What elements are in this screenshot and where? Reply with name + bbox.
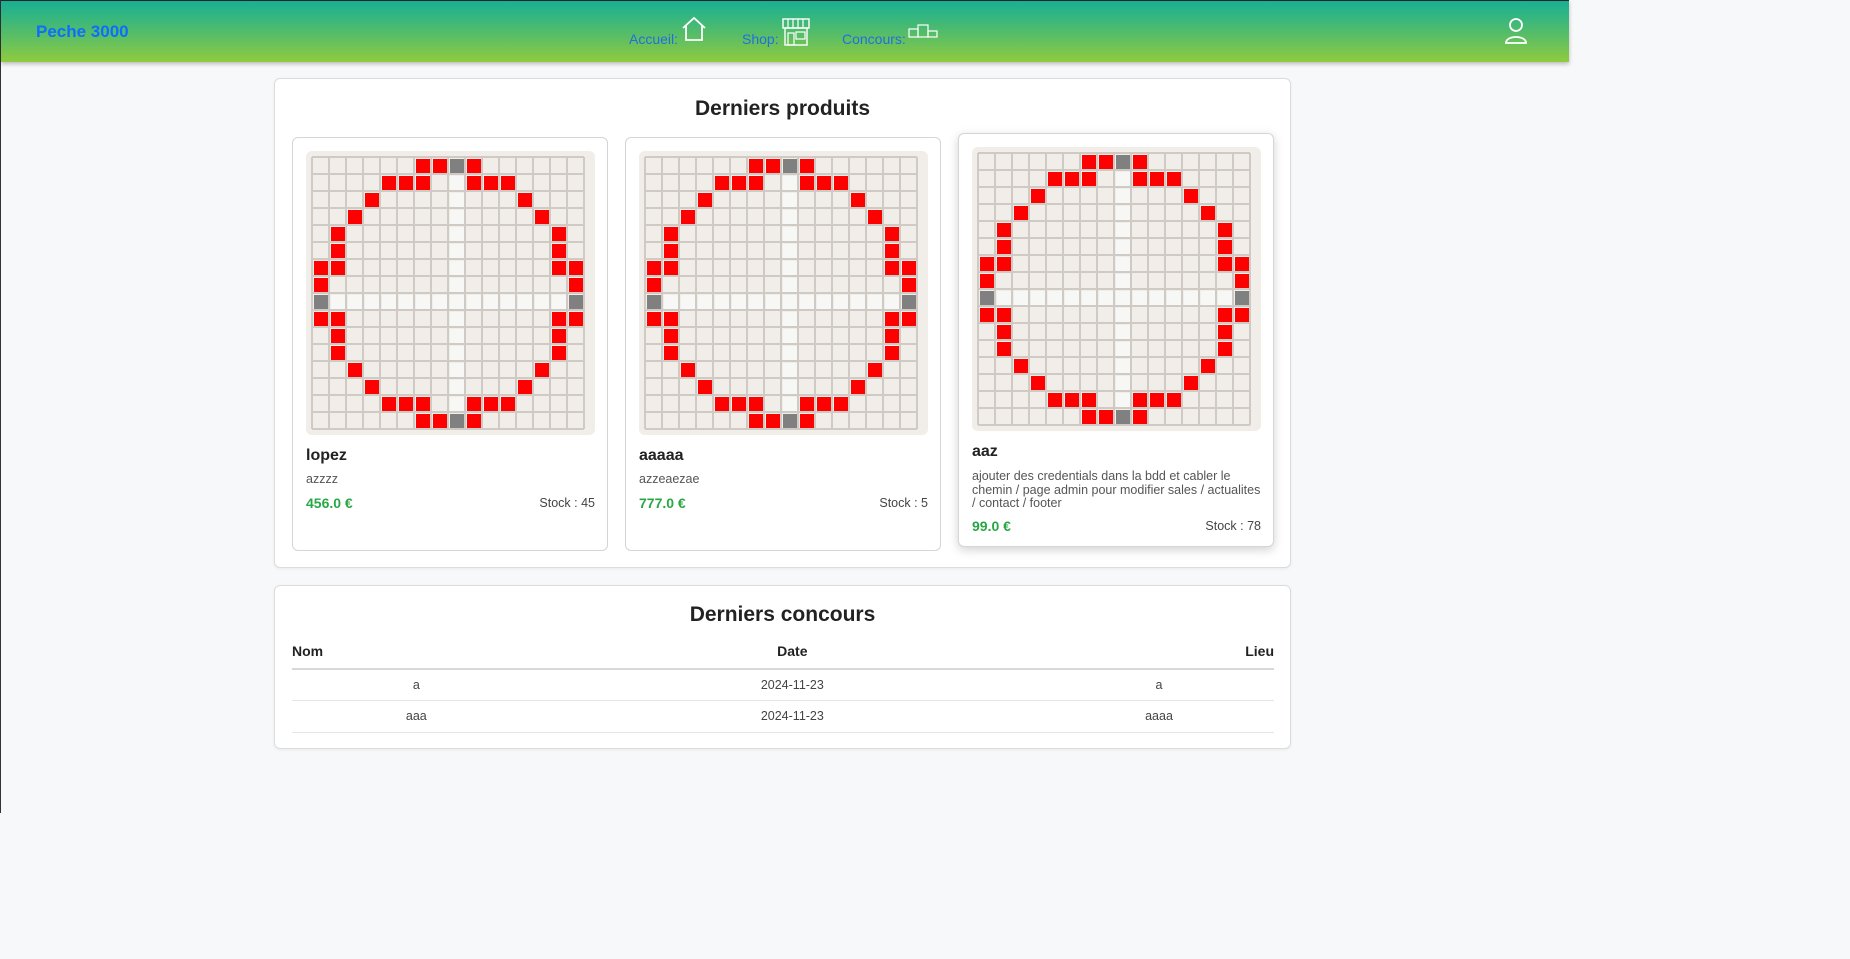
product-stock: Stock : 78 [1205, 519, 1261, 533]
product-card[interactable]: lopez azzzz 456.0 € Stock : 45 [292, 137, 608, 551]
product-stock: Stock : 45 [539, 496, 595, 510]
nav-shop[interactable]: Shop: [742, 15, 811, 49]
latest-products-section: Derniers produits lopez azzzz 456.0 € St… [274, 78, 1291, 568]
product-card[interactable]: aaaaa azzeaezae 777.0 € Stock : 5 [625, 137, 941, 551]
latest-contests-section: Derniers concours Nom Date Lieu a 2024-1… [274, 585, 1291, 749]
table-row[interactable]: a 2024-11-23 a [292, 669, 1274, 701]
product-description: ajouter des credentials dans la bdd et c… [972, 469, 1261, 510]
nav-concours[interactable]: Concours: [842, 15, 938, 49]
product-name: aaaaa [639, 447, 684, 464]
product-price: 777.0 € [639, 495, 686, 511]
podium-icon [908, 24, 938, 38]
top-navbar: Peche 3000 Accueil: Shop: Concours: [1, 0, 1569, 62]
shop-icon [781, 18, 810, 46]
nav-accueil[interactable]: Accueil: [629, 15, 708, 49]
contests-table: Nom Date Lieu a 2024-11-23 a aaa 2024-11… [292, 641, 1274, 733]
column-header-date: Date [540, 641, 1045, 670]
column-header-nom: Nom [292, 641, 541, 670]
product-image [639, 151, 928, 435]
contest-location: aaaa [1044, 700, 1274, 733]
product-price: 99.0 € [972, 518, 1011, 534]
contest-date: 2024-11-23 [540, 700, 1045, 733]
product-description: azzeaezae [639, 472, 700, 486]
home-icon [682, 16, 706, 41]
latest-contests-title: Derniers concours [689, 603, 876, 626]
user-icon [1505, 18, 1527, 44]
nav-concours-label: Concours: [842, 31, 906, 47]
product-stock: Stock : 5 [879, 496, 928, 510]
table-header-row: Nom Date Lieu [292, 641, 1274, 670]
latest-products-title: Derniers produits [694, 97, 871, 120]
product-image [306, 151, 595, 435]
product-price: 456.0 € [306, 495, 353, 511]
product-card[interactable]: aaz ajouter des credentials dans la bdd … [958, 133, 1274, 547]
contest-name: aaa [292, 700, 541, 733]
product-name: aaz [972, 443, 998, 460]
nav-shop-label: Shop: [742, 31, 779, 47]
contest-name: a [292, 669, 541, 701]
nav-accueil-label: Accueil: [629, 31, 679, 47]
product-description: azzzz [306, 472, 338, 486]
product-name: lopez [306, 447, 347, 464]
user-account-button[interactable] [1504, 17, 1528, 50]
brand-link[interactable]: Peche 3000 [36, 22, 129, 42]
table-row[interactable]: aaa 2024-11-23 aaaa [292, 700, 1274, 733]
column-header-lieu: Lieu [1044, 641, 1274, 670]
contest-date: 2024-11-23 [540, 669, 1045, 701]
contest-location: a [1044, 669, 1274, 701]
product-image [972, 147, 1261, 431]
